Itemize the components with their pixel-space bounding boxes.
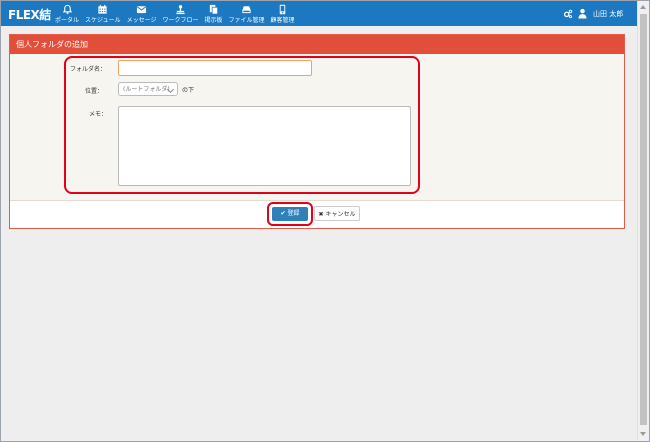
workflow-icon bbox=[176, 5, 185, 15]
nav-label: ファイル管理 bbox=[228, 17, 265, 24]
drive-icon bbox=[242, 6, 251, 14]
cancel-button-label: キャンセル bbox=[325, 211, 356, 218]
nav-label: 掲示板 bbox=[204, 17, 223, 24]
nav-label: スケジュール bbox=[85, 17, 121, 24]
scroll-down-arrow-icon[interactable] bbox=[640, 432, 646, 436]
nav-label: 顧客管理 bbox=[270, 17, 295, 24]
nav-item-customers[interactable]: 顧客管理 bbox=[268, 1, 298, 26]
add-folder-panel: 個人フォルダの追加 フォルダ名： 位置： (ルートフォルダ) の下 メモ： ✔ … bbox=[9, 34, 625, 229]
board-icon bbox=[209, 4, 219, 15]
highlight-frame-save bbox=[267, 202, 313, 226]
calendar-icon bbox=[98, 4, 107, 14]
nav-item-portal[interactable]: ポータル bbox=[52, 1, 82, 26]
user-name[interactable]: 山田 太郎 bbox=[593, 9, 623, 19]
nav-item-schedule[interactable]: スケジュール bbox=[82, 1, 124, 26]
nav-label: ワークフロー bbox=[162, 17, 199, 24]
user-icon[interactable] bbox=[578, 8, 587, 19]
nav-label: メッセージ bbox=[126, 17, 157, 24]
scrollbar-thumb[interactable] bbox=[640, 14, 647, 425]
nav-label: ポータル bbox=[55, 17, 80, 24]
folder-form: フォルダ名： 位置： (ルートフォルダ) の下 メモ： bbox=[10, 54, 624, 201]
highlight-frame-form bbox=[64, 56, 420, 194]
bell-icon bbox=[62, 4, 72, 15]
panel-title: 個人フォルダの追加 bbox=[10, 35, 624, 54]
cancel-button[interactable]: ✖ キャンセル bbox=[314, 206, 360, 221]
app-logo[interactable]: FLEX結 bbox=[8, 6, 51, 23]
nav-item-files[interactable]: ファイル管理 bbox=[226, 1, 268, 26]
vertical-scrollbar[interactable] bbox=[637, 1, 649, 440]
main-nav: ポータル スケジュール メッセージ ワークフロー 掲示板 ファイル管理 顧客管理 bbox=[52, 1, 298, 26]
phone-icon bbox=[279, 4, 286, 15]
scroll-up-arrow-icon[interactable] bbox=[640, 5, 646, 9]
x-icon: ✖ bbox=[318, 211, 324, 218]
nav-item-message[interactable]: メッセージ bbox=[124, 1, 160, 26]
nav-item-board[interactable]: 掲示板 bbox=[202, 1, 226, 26]
gear-icon[interactable] bbox=[563, 9, 573, 19]
envelope-icon bbox=[136, 6, 147, 14]
top-navigation-bar: FLEX結 ポータル スケジュール メッセージ ワークフロー 掲示板 ファイル管… bbox=[1, 1, 637, 26]
nav-item-workflow[interactable]: ワークフロー bbox=[160, 1, 202, 26]
